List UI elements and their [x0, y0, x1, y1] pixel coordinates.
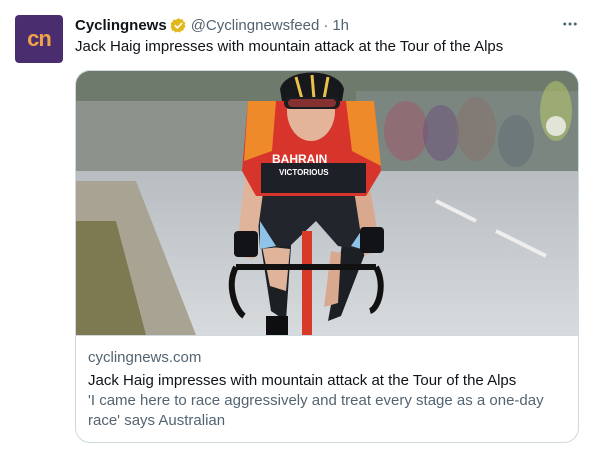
link-card[interactable]: BAHRAIN VICTORIOUS cyclingnews.com Jack …: [75, 70, 579, 443]
card-body[interactable]: cyclingnews.com Jack Haig impresses with…: [76, 335, 578, 442]
card-domain[interactable]: cyclingnews.com: [88, 348, 568, 368]
tweet-timestamp[interactable]: 1h: [332, 17, 349, 34]
card-description-line-1: 'I came here to race aggressively and tr…: [88, 392, 544, 409]
verified-badge-icon: [170, 17, 186, 33]
jersey-sub-text: VICTORIOUS: [279, 168, 329, 177]
tweet[interactable]: cn Cyclingnews @Cyclingnewsfeed · 1h Jac…: [0, 0, 597, 452]
more-options-button[interactable]: [558, 12, 582, 36]
card-image[interactable]: BAHRAIN VICTORIOUS: [76, 71, 579, 335]
user-handle[interactable]: @Cyclingnewsfeed: [191, 17, 320, 34]
avatar[interactable]: cn: [15, 15, 63, 63]
card-description-line-2: race' says Australian: [88, 412, 226, 429]
jersey-brand-text: BAHRAIN: [272, 152, 327, 166]
header-separator: ·: [323, 16, 329, 34]
card-title[interactable]: Jack Haig impresses with mountain attack…: [88, 371, 568, 391]
display-name[interactable]: Cyclingnews: [75, 17, 167, 34]
more-options-icon: [563, 22, 577, 26]
tweet-header: Cyclingnews @Cyclingnewsfeed · 1h: [75, 15, 349, 35]
avatar-logo-text: cn: [27, 26, 52, 51]
tweet-text: Jack Haig impresses with mountain attack…: [75, 38, 504, 55]
